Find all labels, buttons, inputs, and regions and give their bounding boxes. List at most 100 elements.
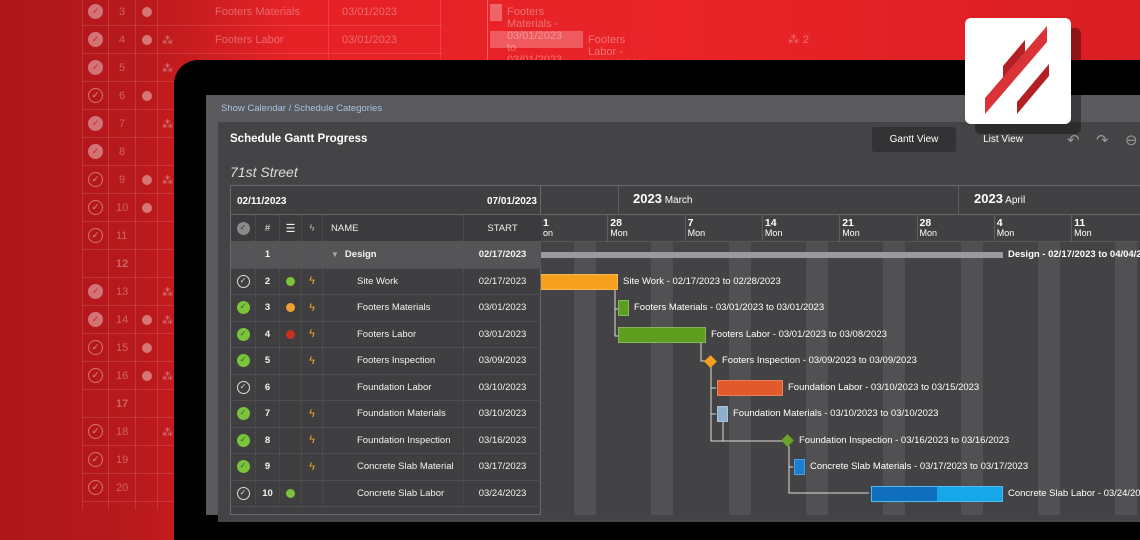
check-icon: ✓ [88, 228, 103, 243]
task-name: Concrete Slab Labor [357, 487, 445, 499]
complete-checkbox[interactable]: ✓ [236, 460, 250, 474]
task-name: Footers Inspection [357, 355, 436, 367]
task-bar-label: Footers Inspection - 03/09/2023 to 03/09… [722, 355, 917, 366]
complete-checkbox[interactable]: ✓ [236, 301, 250, 315]
row-number: 7 [119, 118, 126, 130]
bolt-icon: ϟ [309, 328, 315, 341]
task-table: 02/11/2023 07/01/2023 ✓ # ☰ ϟ NAME START… [230, 185, 541, 515]
column-name[interactable]: NAME [323, 215, 464, 241]
task-bar[interactable] [717, 406, 728, 422]
status-dot [286, 488, 295, 498]
status-dot [286, 303, 295, 313]
check-icon: ✓ [88, 200, 103, 215]
complete-checkbox[interactable]: ✓ [236, 327, 250, 341]
page-title: Schedule Gantt Progress [230, 133, 368, 145]
row-name: Footers Labor [215, 34, 284, 46]
check-icon: ✓ [88, 424, 103, 439]
task-start: 03/16/2023 [478, 434, 527, 446]
row-number: 14 [116, 314, 129, 326]
task-bar-label: Foundation Materials - 03/10/2023 to 03/… [733, 408, 939, 419]
complete-checkbox[interactable]: ✓ [236, 486, 250, 500]
table-row[interactable]: ✓ 8 ϟ Foundation Inspection 03/16/2023 [231, 427, 541, 454]
task-bar-label: Site Work - 02/17/2023 to 02/28/2023 [623, 275, 781, 287]
task-start: 03/10/2023 [478, 408, 527, 420]
column-start[interactable]: START [464, 215, 541, 241]
hierarchy-icon: ⁂ [162, 175, 173, 187]
check-icon: ✓ [88, 60, 103, 75]
gantt-view-button[interactable]: Gantt View [872, 127, 956, 152]
task-start: 03/24/2023 [478, 487, 527, 499]
status-dot [142, 7, 152, 17]
bolt-icon: ϟ [309, 354, 315, 367]
row-number: 11 [116, 230, 128, 242]
hierarchy-icon: ⁂ [162, 119, 173, 131]
row-number: 9 [119, 174, 126, 186]
collapse-caret-icon[interactable]: ▼ [331, 250, 339, 259]
task-bar[interactable] [541, 252, 1003, 258]
task-bar[interactable] [541, 273, 618, 290]
column-num[interactable]: # [256, 215, 280, 241]
task-start: 02/17/2023 [478, 275, 527, 287]
task-bar[interactable] [717, 379, 783, 396]
row-number: 13 [116, 286, 129, 298]
undo-icon[interactable]: ↶ [1067, 131, 1080, 149]
task-name: Design [344, 249, 377, 261]
row-number: 10 [116, 202, 129, 214]
hierarchy-icon: ⁂ [162, 315, 173, 327]
redo-icon[interactable]: ↷ [1096, 131, 1109, 149]
row-number: 10 [256, 480, 280, 506]
check-icon: ✓ [88, 452, 103, 467]
task-bar[interactable] [618, 326, 706, 343]
row-number: 2 [256, 268, 280, 294]
status-dot [142, 371, 152, 381]
status-dot [142, 35, 152, 45]
task-start: 03/09/2023 [478, 355, 527, 367]
task-bar[interactable] [871, 485, 1003, 502]
status-dot [142, 315, 152, 325]
row-number: 5 [256, 348, 280, 374]
bg-bar [490, 4, 502, 21]
hierarchy-icon: ⁂ [162, 63, 173, 75]
task-bar-label: Concrete Slab Labor - 03/24/2023 to 04/0… [1008, 487, 1140, 499]
task-bar[interactable] [794, 459, 805, 475]
complete-checkbox[interactable]: ✓ [236, 380, 250, 394]
check-icon: ✓ [88, 172, 103, 187]
task-bar[interactable] [618, 300, 629, 316]
background-row: ✓ 4 ⁂ Footers Labor 03/01/2023 [82, 26, 442, 54]
table-row[interactable]: ✓ 7 ϟ Foundation Materials 03/10/2023 [231, 401, 541, 428]
complete-checkbox[interactable]: ✓ [236, 407, 250, 421]
table-row[interactable]: ✓ 2 ϟ Site Work 02/17/2023 [231, 268, 541, 295]
task-bar-label: Concrete Slab Materials - 03/17/2023 to … [810, 461, 1029, 472]
date-range-header: 02/11/2023 07/01/2023 [231, 186, 541, 215]
table-row[interactable]: 1 ▼ Design 02/17/2023 [231, 242, 541, 269]
table-row[interactable]: ✓ 6 Foundation Labor 03/10/2023 [231, 374, 541, 401]
breadcrumb[interactable]: Show Calendar / Schedule Categories [221, 103, 382, 114]
table-row[interactable]: ✓ 5 ϟ Footers Inspection 03/09/2023 [231, 348, 541, 375]
bolt-icon: ϟ [309, 434, 315, 447]
row-number: 17 [116, 398, 129, 410]
minus-circle-icon[interactable]: ⊖ [1125, 131, 1138, 149]
check-all-icon[interactable]: ✓ [236, 221, 250, 235]
task-name: Foundation Labor [357, 381, 432, 393]
column-header: ✓ # ☰ ϟ NAME START [231, 215, 541, 242]
task-start: 03/10/2023 [478, 381, 527, 393]
project-name: 71st Street [230, 164, 298, 180]
check-icon: ✓ [88, 88, 103, 103]
complete-checkbox[interactable]: ✓ [236, 274, 250, 288]
row-number: 19 [116, 454, 129, 466]
table-row[interactable]: ✓ 10 Concrete Slab Labor 03/24/2023 [231, 480, 541, 507]
complete-checkbox[interactable]: ✓ [236, 354, 250, 368]
list-view-button[interactable]: List View [966, 127, 1040, 152]
table-row[interactable]: ✓ 3 ϟ Footers Materials 03/01/2023 [231, 295, 541, 322]
row-number: 1 [256, 242, 280, 268]
row-number: 12 [116, 258, 129, 270]
complete-checkbox[interactable]: ✓ [236, 433, 250, 447]
gantt-chart: 2023 March 2023 April 1 on 28 Mon 7 Mon 14 Mon 2… [541, 185, 1140, 515]
row-number: 3 [119, 6, 126, 18]
range-end: 07/01/2023 [486, 196, 537, 207]
table-row[interactable]: ✓ 9 ϟ Concrete Slab Material 03/17/2023 [231, 454, 541, 481]
status-dot [286, 329, 295, 339]
row-number: 18 [116, 426, 129, 438]
table-row[interactable]: ✓ 4 ϟ Footers Labor 03/01/2023 [231, 321, 541, 348]
task-start: 03/17/2023 [478, 461, 527, 473]
